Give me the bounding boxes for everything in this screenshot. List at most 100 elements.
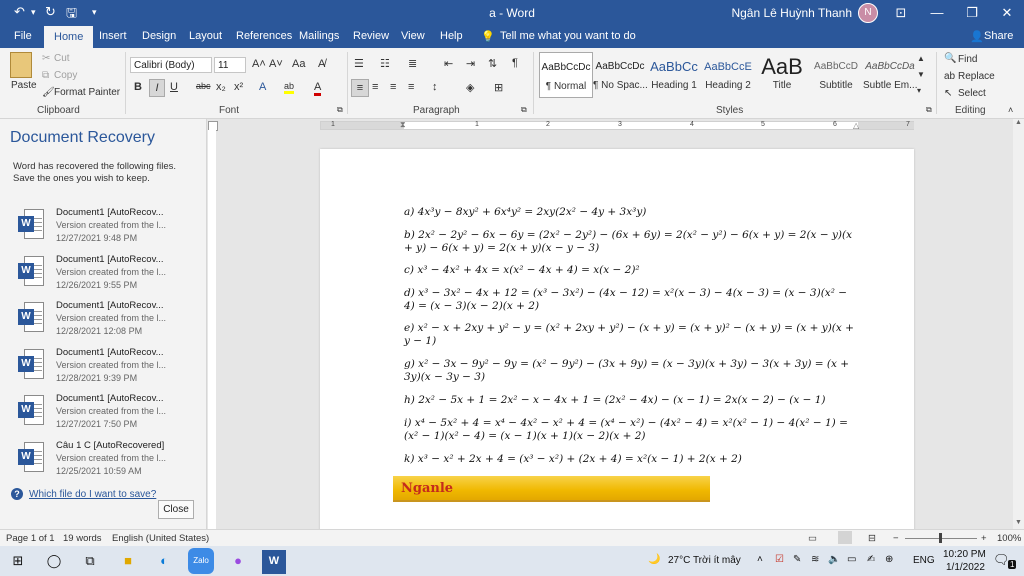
font-size-select[interactable]: 11: [214, 57, 246, 73]
select-button[interactable]: Select: [958, 88, 986, 99]
equation-line[interactable]: c) x³ − 4x² + 4x = x(x² − 4x + 4) = x(x …: [404, 264, 854, 277]
tab-mailings[interactable]: Mailings: [299, 30, 339, 42]
copy-button[interactable]: Copy: [54, 70, 77, 81]
task-view-icon[interactable]: ⧉: [78, 550, 102, 572]
equation-line[interactable]: i) x⁴ − 5x² + 4 = x⁴ − 4x² − x² + 4 = (x…: [404, 417, 854, 443]
minimize-button[interactable]: —: [920, 0, 954, 26]
recovery-file-item[interactable]: W Document1 [AutoRecov... Version created …: [14, 298, 200, 342]
styles-more-icon[interactable]: ▾: [917, 86, 921, 95]
style-item[interactable]: AaB Title: [755, 52, 809, 98]
format-painter-button[interactable]: Format Painter: [54, 87, 120, 98]
style-item[interactable]: AaBbCc Heading 1: [647, 52, 701, 98]
pen-icon[interactable]: ✎: [793, 554, 801, 565]
bullets-icon[interactable]: ☰: [354, 57, 364, 70]
read-mode-icon[interactable]: ▭: [808, 533, 817, 544]
superscript-icon[interactable]: x²: [234, 81, 243, 93]
highlight-icon[interactable]: ab: [284, 81, 295, 94]
document-page[interactable]: a) 4x³y − 8xy² + 6x⁴y² = 2xy(2x² − 4y + …: [320, 149, 914, 533]
clear-formatting-icon[interactable]: A̸: [318, 58, 325, 70]
line-spacing-icon[interactable]: ↕: [432, 81, 438, 93]
clock-date[interactable]: 1/1/2022: [946, 562, 985, 573]
tell-me-search[interactable]: Tell me what you want to do: [500, 30, 636, 42]
shrink-font-icon[interactable]: A˅: [269, 58, 283, 70]
align-left-icon[interactable]: ≡: [351, 79, 369, 97]
web-layout-icon[interactable]: ⊟: [868, 533, 876, 544]
text-effects-icon[interactable]: A: [259, 81, 266, 93]
tab-home[interactable]: Home: [44, 26, 94, 48]
scroll-up-icon[interactable]: ▲: [1015, 119, 1022, 126]
paste-icon[interactable]: [10, 52, 32, 78]
share-button[interactable]: Share: [984, 30, 1013, 42]
zoom-out-button[interactable]: −: [893, 533, 899, 544]
paste-button[interactable]: Paste: [11, 80, 37, 91]
which-file-link[interactable]: Which file do I want to save?: [29, 489, 156, 500]
nganle-banner[interactable]: Nganle: [393, 476, 710, 502]
underline-icon[interactable]: U: [170, 81, 178, 93]
borders-icon[interactable]: ⊞: [494, 81, 503, 94]
equation-line[interactable]: k) x³ − x² + 2x + 4 = (x³ − x²) + (2x + …: [404, 453, 854, 466]
vertical-ruler[interactable]: [208, 130, 216, 530]
find-button[interactable]: Find: [958, 54, 977, 65]
zalo-icon[interactable]: Zalo: [188, 548, 214, 574]
equation-line[interactable]: d) x³ − 3x² − 4x + 12 = (x³ − 3x²) − (4x…: [404, 287, 854, 313]
print-layout-icon[interactable]: [838, 531, 852, 544]
scroll-down-icon[interactable]: ▼: [1015, 519, 1022, 526]
messenger-icon[interactable]: ●: [226, 550, 250, 572]
align-center-icon[interactable]: ≡: [372, 81, 378, 93]
numbering-icon[interactable]: ☷: [380, 57, 390, 70]
style-item[interactable]: AaBbCcDa Subtle Em...: [863, 52, 917, 98]
tab-insert[interactable]: Insert: [99, 30, 127, 42]
battery-icon[interactable]: ▭: [847, 554, 856, 565]
keyboard-icon[interactable]: ✍: [867, 554, 875, 565]
show-hidden-icons-icon[interactable]: ˄: [757, 554, 763, 565]
styles-scroll-down-icon[interactable]: ▼: [917, 70, 925, 79]
recovery-file-item[interactable]: W Document1 [AutoRecov... Version created …: [14, 391, 200, 435]
horizontal-ruler[interactable]: 1 1 2 3 4 5 6 7 ⧗ △: [320, 120, 914, 130]
show-formatting-marks-icon[interactable]: ¶: [512, 57, 518, 69]
equation-line[interactable]: g) x² − 3x − 9y² − 9y = (x² − 9y²) − (3x…: [404, 358, 854, 384]
bold-icon[interactable]: B: [134, 81, 142, 93]
cut-button[interactable]: Cut: [54, 53, 70, 64]
sort-icon[interactable]: ⇅: [488, 57, 497, 70]
paragraph-dialog-launcher-icon[interactable]: ⧉: [521, 105, 527, 115]
windows-start-icon[interactable]: ⊞: [6, 550, 30, 572]
clock-time[interactable]: 10:20 PM: [943, 549, 986, 560]
edge-icon[interactable]: ◐: [152, 550, 176, 572]
multilevel-list-icon[interactable]: ≣: [408, 57, 417, 70]
user-name[interactable]: Ngân Lê Huỳnh Thanh: [731, 6, 852, 20]
font-dialog-launcher-icon[interactable]: ⧉: [337, 105, 343, 115]
equation-line[interactable]: h) 2x² − 5x + 1 = 2x² − x − 4x + 1 = (2x…: [404, 394, 854, 407]
share-icon[interactable]: 👤: [970, 30, 984, 43]
style-item[interactable]: AaBbCcD Subtitle: [809, 52, 863, 98]
recovery-file-item[interactable]: W Document1 [AutoRecov... Version created …: [14, 252, 200, 296]
input-language[interactable]: ENG: [913, 555, 935, 566]
file-explorer-icon[interactable]: ■: [116, 550, 140, 572]
style-item[interactable]: AaBbCcDc ¶ Normal: [539, 52, 593, 98]
recovery-file-item[interactable]: W Document1 [AutoRecov... Version created …: [14, 345, 200, 389]
equation-line[interactable]: e) x² − x + 2xy + y² − y = (x² + 2xy + y…: [404, 322, 854, 348]
tab-file[interactable]: File: [14, 30, 32, 42]
justify-icon[interactable]: ≡: [408, 81, 414, 93]
align-right-icon[interactable]: ≡: [390, 81, 396, 93]
tab-help[interactable]: Help: [440, 30, 463, 42]
tab-design[interactable]: Design: [142, 30, 176, 42]
tab-view[interactable]: View: [401, 30, 425, 42]
zoom-in-button[interactable]: +: [981, 533, 987, 544]
change-case-icon[interactable]: Aa: [292, 58, 305, 70]
network-icon[interactable]: ⊕: [885, 554, 893, 565]
style-item[interactable]: AaBbCcDc ¶ No Spac...: [593, 52, 647, 98]
zoom-level[interactable]: 100%: [997, 533, 1021, 544]
word-count[interactable]: 19 words: [63, 533, 102, 544]
ribbon-display-options-icon[interactable]: ⊡: [884, 0, 918, 26]
restore-button[interactable]: ❐: [955, 0, 989, 26]
decrease-indent-icon[interactable]: ⇤: [444, 57, 453, 70]
recovery-file-item[interactable]: W Câu 1 C [AutoRecovered] Version created …: [14, 438, 200, 482]
weather-text[interactable]: 27°C Trời ít mây: [668, 555, 741, 566]
style-item[interactable]: AaBbCcE Heading 2: [701, 52, 755, 98]
search-icon[interactable]: ◯: [42, 550, 66, 572]
styles-scroll-up-icon[interactable]: ▲: [917, 54, 925, 63]
tab-references[interactable]: References: [236, 30, 292, 42]
tab-review[interactable]: Review: [353, 30, 389, 42]
italic-icon[interactable]: I: [149, 79, 165, 97]
replace-button[interactable]: Replace: [958, 71, 995, 82]
